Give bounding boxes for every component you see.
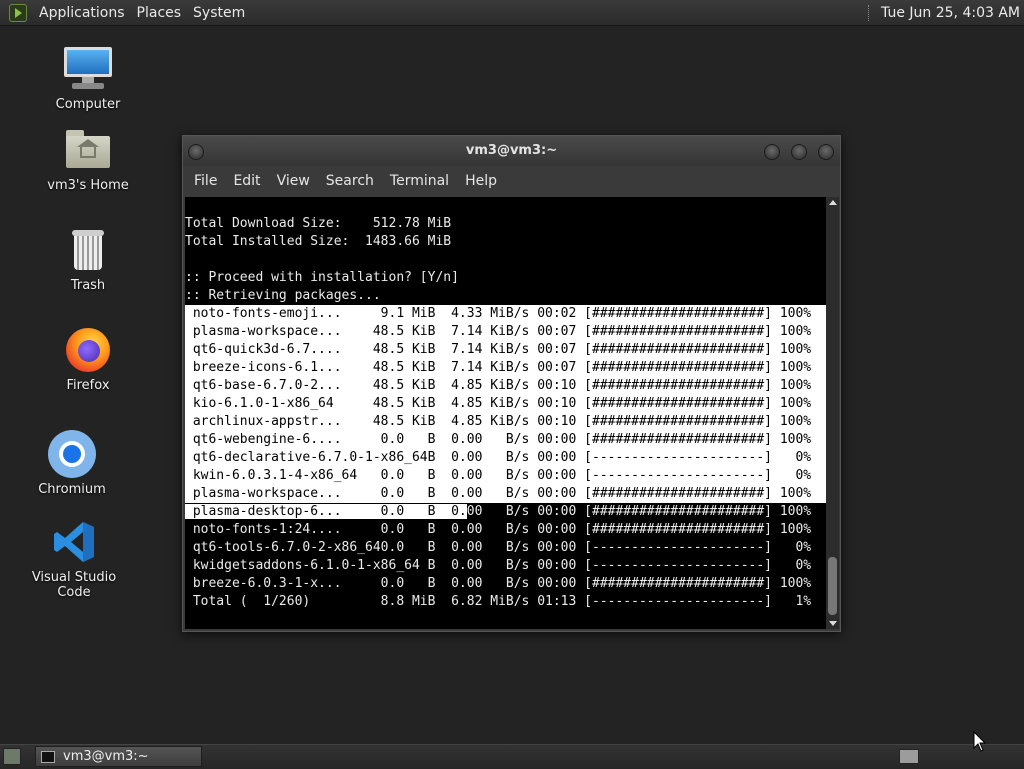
terminal-total-line: Total ( 1/260) 8.8 MiB 6.82 MiB/s 01:13 … <box>185 594 812 609</box>
scroll-up-arrow-icon[interactable] <box>829 200 837 205</box>
desktop-icon-chromium[interactable]: Chromium <box>22 430 122 497</box>
selected-line: kio-6.1.0-1-x86_64 48.5 KiB 4.85 KiB/s 0… <box>185 395 826 413</box>
desktop-icon-computer[interactable]: Computer <box>38 45 138 112</box>
selected-text: plasma-desktop-6... 0.0 B 0. <box>185 504 467 519</box>
terminal-line: :: Proceed with installation? [Y/n] <box>185 270 459 285</box>
minimize-icon[interactable] <box>764 144 780 160</box>
clock-area: Tue Jun 25, 4:03 AM <box>868 0 1024 25</box>
panel-separator <box>868 4 871 21</box>
desktop-icon-firefox[interactable]: Firefox <box>38 326 138 393</box>
desktop-icon-label: Computer <box>55 97 121 112</box>
menu-system[interactable]: System <box>187 5 251 21</box>
selected-line: kwin-6.0.3.1-4-x86_64 0.0 B 0.00 B/s 00:… <box>185 467 826 485</box>
partially-selected-line: plasma-desktop-6... 0.0 B 0.00 B/s 00:00… <box>185 503 826 521</box>
selected-line: qt6-base-6.7.0-2... 48.5 KiB 4.85 KiB/s … <box>185 377 826 395</box>
computer-icon <box>64 45 112 93</box>
selected-line: noto-fonts-emoji... 9.1 MiB 4.33 MiB/s 0… <box>185 305 826 323</box>
terminal-line: noto-fonts-1:24.... 0.0 B 0.00 B/s 00:00… <box>185 522 812 537</box>
terminal-scrollbar[interactable] <box>826 197 839 629</box>
menu-view[interactable]: View <box>266 173 310 189</box>
desktop-icon-label: Chromium <box>38 482 106 497</box>
menu-places[interactable]: Places <box>131 5 188 21</box>
top-panel: Applications Places System Tue Jun 25, 4… <box>0 0 1024 26</box>
desktop-icon-label: Visual Studio Code <box>31 570 117 600</box>
firefox-icon <box>64 326 112 374</box>
terminal-window: vm3@vm3:~ File Edit View Search Terminal… <box>182 135 841 632</box>
desktop-icon-label: vm3's Home <box>47 178 129 193</box>
menu-help[interactable]: Help <box>454 173 497 189</box>
selected-line: plasma-workspace... 0.0 B 0.00 B/s 00:00… <box>185 485 826 503</box>
terminal-line: kwidgetsaddons-6.1.0-1-x86_64 B 0.00 B/s… <box>185 558 812 573</box>
selected-line: plasma-workspace... 48.5 KiB 7.14 KiB/s … <box>185 323 826 341</box>
terminal-output[interactable]: Total Download Size: 512.78 MiB Total In… <box>185 197 826 629</box>
scroll-down-arrow-icon[interactable] <box>829 621 837 626</box>
taskbar-item-terminal[interactable]: vm3@vm3:~ <box>35 746 202 767</box>
maximize-icon[interactable] <box>791 144 807 160</box>
workspace-switcher[interactable] <box>899 749 919 764</box>
desktop-icon-label: Firefox <box>66 378 110 393</box>
window-title: vm3@vm3:~ <box>465 143 558 158</box>
scroll-thumb[interactable] <box>828 557 837 615</box>
terminal-line: qt6-tools-6.7.0-2-x86_640.0 B 0.00 B/s 0… <box>185 540 812 555</box>
desktop-icon-label: Trash <box>70 278 106 293</box>
desktop-icon-home[interactable]: vm3's Home <box>38 126 138 193</box>
home-folder-icon <box>64 126 112 174</box>
selected-line: archlinux-appstr... 48.5 KiB 4.85 KiB/s … <box>185 413 826 431</box>
menu-terminal[interactable]: Terminal <box>379 173 449 189</box>
selected-line: qt6-webengine-6.... 0.0 B 0.00 B/s 00:00… <box>185 431 826 449</box>
menu-applications[interactable]: Applications <box>33 5 131 21</box>
selected-line: breeze-icons-6.1... 48.5 KiB 7.14 KiB/s … <box>185 359 826 377</box>
chromium-icon <box>48 430 96 478</box>
selected-line: qt6-declarative-6.7.0-1-x86_64B 0.00 B/s… <box>185 449 826 467</box>
window-title-bar[interactable]: vm3@vm3:~ <box>183 136 840 166</box>
terminal-icon <box>41 750 55 763</box>
menu-search[interactable]: Search <box>315 173 374 189</box>
unselected-text: 00 B/s 00:00 [######################] 10… <box>466 504 812 519</box>
terminal-line: breeze-6.0.3-1-x... 0.0 B 0.00 B/s 00:00… <box>185 576 812 591</box>
trash-icon <box>64 226 112 274</box>
selected-line: qt6-quick3d-6.7.... 48.5 KiB 7.14 KiB/s … <box>185 341 826 359</box>
taskbar-item-label: vm3@vm3:~ <box>63 749 149 764</box>
terminal-menu-bar: File Edit View Search Terminal Help <box>183 166 840 196</box>
menu-file[interactable]: File <box>183 173 217 189</box>
terminal-line: Total Installed Size: 1483.66 MiB <box>185 234 452 249</box>
vscode-icon <box>50 518 98 566</box>
show-desktop-icon[interactable] <box>3 748 21 765</box>
clock[interactable]: Tue Jun 25, 4:03 AM <box>881 5 1024 21</box>
menu-edit[interactable]: Edit <box>222 173 260 189</box>
distro-logo-icon[interactable] <box>9 3 27 22</box>
close-icon[interactable] <box>818 144 834 160</box>
terminal-line: :: Retrieving packages... <box>185 288 381 303</box>
mouse-cursor-icon <box>973 731 987 752</box>
desktop-icon-vscode[interactable]: Visual Studio Code <box>14 518 134 600</box>
terminal-line: Total Download Size: 512.78 MiB <box>185 216 452 231</box>
bottom-panel: vm3@vm3:~ <box>0 744 1024 769</box>
desktop-icon-trash[interactable]: Trash <box>38 226 138 293</box>
